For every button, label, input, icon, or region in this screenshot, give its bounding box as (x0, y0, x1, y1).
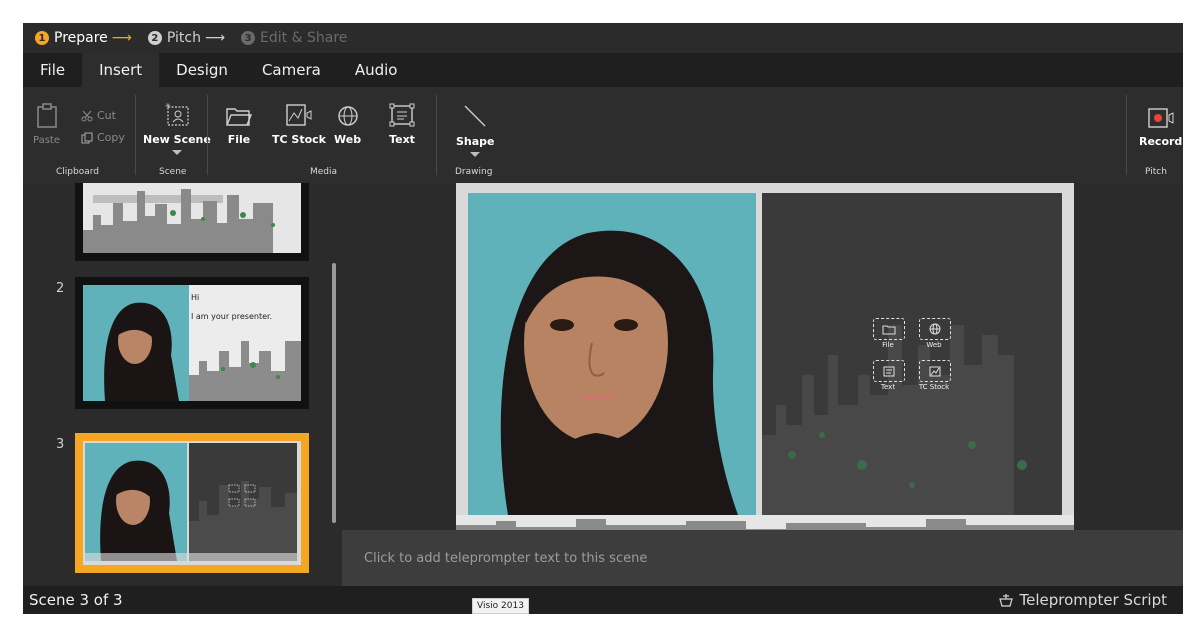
scene-list[interactable]: 2 Hi I am your presenter. 3 (23, 183, 342, 586)
globe-icon (337, 106, 358, 126)
step-edit-share: 3 Edit & Share (241, 30, 347, 46)
paste-button[interactable]: Paste (33, 103, 60, 146)
cut-button[interactable]: Cut (81, 109, 116, 122)
scene-number: 2 (56, 281, 65, 296)
tab-audio[interactable]: Audio (338, 53, 415, 87)
tooltip: Visio 2013 (472, 598, 529, 614)
workflow-steps: 1 Prepare ⟶ 2 Pitch ⟶ 3 Edit & Share (23, 23, 1183, 53)
ribbon-divider (135, 95, 136, 175)
ribbon-divider (436, 95, 437, 175)
teleprompter-placeholder: Click to add teleprompter text to this s… (364, 550, 648, 566)
slide-preview[interactable]: File Web Text TC Stock (456, 183, 1074, 531)
placeholder-text-label: Text (880, 383, 896, 391)
step-number: 3 (241, 31, 256, 45)
placeholder-tc-stock-label: TC Stock (918, 383, 950, 391)
teleprompter-script-button[interactable]: Teleprompter Script (998, 591, 1167, 609)
scene-counter: Scene 3 of 3 (29, 591, 123, 609)
group-label-pitch: Pitch (1145, 167, 1167, 177)
chevron-down-icon (171, 150, 182, 155)
ribbon-divider (1126, 95, 1127, 175)
arrow-right-icon: ⟶ (204, 30, 226, 46)
slide-bottom-strip (456, 515, 1074, 531)
scene-caption-line: I am your presenter. (191, 312, 273, 321)
placeholder-text-button[interactable] (873, 360, 905, 382)
text-box-icon (883, 366, 895, 376)
chevron-down-icon (470, 152, 481, 157)
step-pitch[interactable]: 2 Pitch ⟶ (147, 30, 226, 46)
step-prepare[interactable]: 1 Prepare ⟶ (35, 30, 132, 46)
app-window: 1 Prepare ⟶ 2 Pitch ⟶ 3 Edit & Share Fil… (23, 23, 1183, 614)
scene-number: 3 (56, 437, 65, 452)
paste-icon (36, 103, 57, 128)
scene-3-preview (83, 441, 301, 565)
presenter-photo[interactable] (468, 193, 756, 515)
ribbon: Paste Cut Copy Clipboard ✳ New Scene Sce… (23, 87, 1183, 183)
scene-thumbnail-2[interactable]: Hi I am your presenter. (75, 277, 309, 409)
shape-button[interactable]: Shape (456, 103, 495, 157)
group-label-scene: Scene (159, 167, 187, 177)
web-button[interactable]: Web (334, 105, 361, 146)
tc-stock-button[interactable]: TC Stock (272, 103, 326, 146)
line-shape-icon (464, 105, 486, 127)
text-box-icon (389, 103, 415, 127)
tab-camera[interactable]: Camera (245, 53, 338, 87)
step-label: Pitch (166, 30, 201, 46)
placeholder-panel[interactable]: File Web Text TC Stock (762, 193, 1062, 515)
menu-bar: File Insert Design Camera Audio (23, 53, 1183, 87)
group-label-clipboard: Clipboard (56, 167, 99, 177)
ribbon-divider (207, 95, 208, 175)
scene-caption-hi: Hi (191, 293, 200, 302)
tab-design[interactable]: Design (159, 53, 245, 87)
record-button[interactable]: Record (1139, 107, 1182, 148)
placeholder-web-button[interactable] (919, 318, 951, 340)
group-label-media: Media (310, 167, 338, 177)
placeholder-web-label: Web (926, 341, 942, 349)
tab-insert[interactable]: Insert (82, 53, 160, 87)
new-scene-button[interactable]: ✳ New Scene (143, 101, 211, 155)
copy-button[interactable]: Copy (81, 131, 125, 144)
cityscape-image (83, 183, 301, 253)
status-bar: Scene 3 of 3 Teleprompter Script (23, 586, 1183, 614)
globe-icon (929, 323, 941, 335)
step-label: Edit & Share (260, 30, 348, 46)
step-number: 1 (35, 31, 49, 45)
scene-thumbnail-1[interactable] (75, 183, 309, 261)
scene-2-preview (83, 285, 301, 401)
svg-text:✳: ✳ (165, 102, 171, 110)
record-camera-icon (1147, 108, 1174, 128)
scrollbar[interactable] (332, 263, 336, 523)
teleprompter-icon (998, 594, 1013, 607)
text-button[interactable]: Text (389, 103, 415, 146)
insert-file-button[interactable]: File (225, 105, 253, 146)
step-number: 2 (147, 31, 162, 45)
scene-thumbnail-3-selected[interactable] (75, 433, 309, 573)
placeholder-tc-stock-button[interactable] (919, 360, 951, 382)
teleprompter-input[interactable]: Click to add teleprompter text to this s… (342, 530, 1183, 586)
tc-stock-icon (929, 366, 941, 376)
placeholder-file-label: File (882, 341, 894, 349)
arrow-right-icon: ⟶ (111, 30, 132, 46)
folder-icon (882, 325, 896, 334)
group-label-drawing: Drawing (455, 167, 493, 177)
tab-file[interactable]: File (23, 53, 82, 87)
presenter-image (468, 193, 756, 515)
scene-canvas: File Web Text TC Stock (342, 183, 1183, 531)
step-label: Prepare (54, 30, 108, 46)
placeholder-file-button[interactable] (873, 318, 905, 340)
scissors-icon (81, 110, 93, 121)
copy-icon (81, 132, 93, 143)
folder-icon (226, 108, 253, 126)
tc-stock-icon (286, 104, 312, 126)
new-scene-icon: ✳ (165, 102, 189, 126)
